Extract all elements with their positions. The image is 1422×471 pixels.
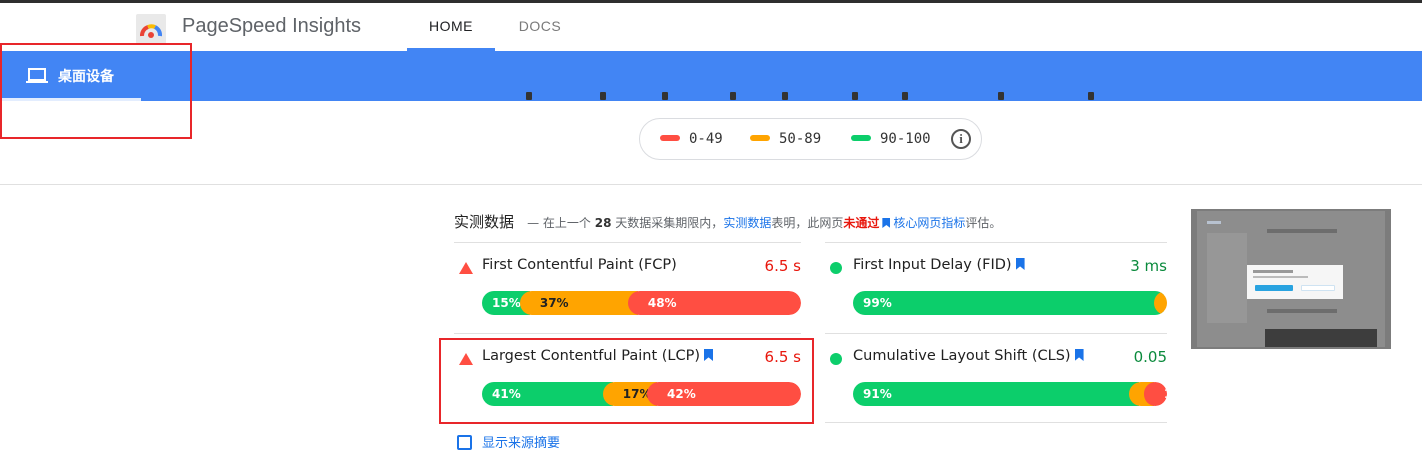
metric-fcp: First Contentful Paint (FCP) 6.5 s 15% 3… [454, 242, 801, 332]
legend-poor: 0-49 [660, 131, 723, 147]
good-segment: 91% [853, 382, 1139, 406]
section-divider [0, 184, 1422, 185]
metric-name: First Input Delay (FID) [853, 257, 1025, 273]
fail-label: 未通过 [843, 216, 880, 230]
poor-swatch [660, 135, 680, 141]
info-icon[interactable]: i [951, 129, 971, 149]
average-swatch [750, 135, 770, 141]
metric-cls: Cumulative Layout Shift (CLS) 0.05 91% 8… [825, 333, 1167, 423]
field-data-header: 实测数据 — 在上一个 28 天数据采集期限内，实测数据表明，此网页未通过 核心网… [454, 211, 1001, 232]
tab-docs[interactable]: DOCS [496, 3, 584, 51]
good-swatch [851, 135, 871, 141]
metric-value: 0.05 [1133, 348, 1167, 366]
metric-value: 6.5 s [764, 257, 801, 275]
average-segment: 37% [519, 291, 638, 315]
good-segment: 99% [853, 291, 1164, 315]
field-data-title: 实测数据 [454, 213, 515, 231]
field-data-description: — 在上一个 28 天数据采集期限内，实测数据表明，此网页未通过 核心网页指标评估… [527, 216, 1002, 230]
cut-off-text [520, 86, 1120, 100]
legend-good: 90-100 [851, 131, 931, 147]
poor-segment: 48% [627, 291, 801, 315]
metric-name: Cumulative Layout Shift (CLS) [853, 348, 1084, 364]
bookmark-icon [1074, 349, 1084, 361]
page-screenshot-thumbnail [1191, 209, 1391, 349]
app-header: PageSpeed Insights HOME DOCS [0, 3, 1422, 51]
metric-fid: First Input Delay (FID) 3 ms 99% 1% [825, 242, 1167, 332]
pass-circle-icon [830, 262, 842, 274]
pagespeed-logo[interactable] [136, 14, 166, 44]
distribution-bar: 91% 8% 1% [853, 382, 1167, 406]
field-data-link[interactable]: 实测数据 [723, 216, 771, 230]
metric-value: 3 ms [1130, 257, 1167, 275]
tab-home[interactable]: HOME [407, 3, 495, 51]
metric-name: First Contentful Paint (FCP) [482, 257, 677, 273]
origin-summary-toggle[interactable]: 显示来源摘要 [457, 432, 560, 451]
warning-triangle-icon [459, 262, 473, 274]
gauge-icon [140, 24, 163, 38]
thumbnail-page [1197, 211, 1385, 347]
core-web-vitals-link[interactable]: 核心网页指标 [893, 216, 965, 230]
app-title: PageSpeed Insights [182, 15, 362, 37]
annotation-highlight-device-tab [0, 43, 192, 139]
annotation-highlight-lcp [439, 338, 814, 424]
distribution-bar: 99% 1% [853, 291, 1167, 315]
distribution-bar: 15% 37% 48% [482, 291, 801, 315]
pass-circle-icon [830, 353, 842, 365]
origin-summary-label: 显示来源摘要 [482, 436, 561, 451]
poor-segment: 1% [1143, 382, 1167, 406]
legend-average: 50-89 [750, 131, 821, 147]
bookmark-icon [1015, 258, 1025, 270]
thumbnail-dialog [1247, 265, 1343, 299]
checkbox[interactable] [457, 435, 472, 450]
bookmark-icon [882, 218, 891, 228]
score-legend: 0-49 50-89 90-100 i [639, 118, 982, 160]
